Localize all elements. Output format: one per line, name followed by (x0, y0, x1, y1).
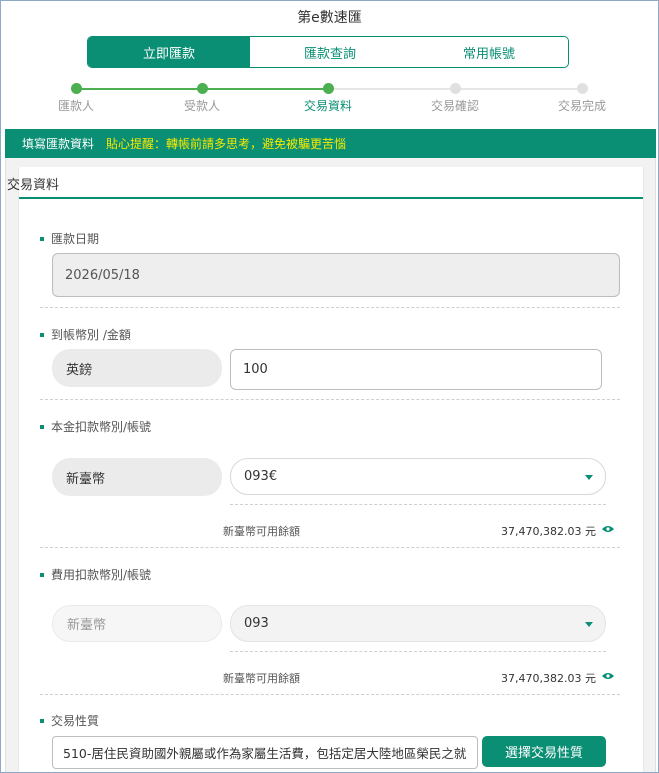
app-title: 第e數速匯 (297, 10, 362, 26)
form-banner: 填寫匯款資料 貼心提醒：轉帳前請多思考，避免被騙更苦惱 (5, 129, 656, 158)
step-dot-todo (449, 83, 461, 94)
main-tabs: 立即匯款 匯款查詢 常用帳號 (87, 36, 569, 68)
banner-tip: 貼心提醒：轉帳前請多思考，避免被騙更苦惱 (106, 137, 347, 151)
form-panel: 交易資料 匯款日期 2026/05/18 到帳幣別 /金額 英鎊 100 本金扣… (5, 158, 656, 772)
principal-debit-label-text: 本金扣款幣別/帳號 (51, 420, 152, 434)
tab-remit-query[interactable]: 匯款查詢 (250, 37, 410, 67)
eye-icon[interactable] (602, 525, 614, 533)
amount-input[interactable]: 100 (230, 349, 602, 390)
step-complete: 交易完成 (547, 83, 617, 114)
divider (40, 694, 620, 695)
divider (40, 399, 620, 400)
transaction-card: 交易資料 匯款日期 2026/05/18 到帳幣別 /金額 英鎊 100 本金扣… (7, 167, 644, 772)
chevron-down-icon (585, 621, 593, 627)
section-title: 交易資料 (7, 178, 60, 193)
divider (230, 651, 606, 652)
transaction-nature-field[interactable]: 510-居住民資助國外親屬或作為家屬生活費，包括定居大陸地區榮民之就 (52, 736, 478, 769)
step-label: 交易資料 (303, 99, 352, 113)
remit-date-label: 匯款日期 (40, 230, 99, 247)
principal-balance-value: 37,470,382.03 元 (501, 525, 596, 538)
bullet-icon (40, 424, 44, 429)
remit-date-field: 2026/05/18 (52, 253, 620, 297)
principal-account-value: 093€ (244, 469, 278, 484)
tab-remit-now[interactable]: 立即匯款 (88, 37, 250, 67)
bullet-icon (40, 572, 44, 577)
principal-balance-label: 新臺幣可用餘額 (223, 525, 300, 538)
eye-icon[interactable] (602, 672, 614, 680)
step-dot-current (322, 83, 334, 94)
app-window: 第e數速匯 立即匯款 匯款查詢 常用帳號 匯款人 受款人 交易資料 交易確認 交… (0, 0, 659, 773)
divider (230, 504, 606, 505)
fee-currency-display: 新臺幣 (52, 605, 222, 642)
fee-balance-label: 新臺幣可用餘額 (223, 672, 300, 685)
step-transaction-data: 交易資料 (293, 83, 363, 114)
step-label: 交易確認 (430, 99, 479, 113)
bullet-icon (40, 236, 44, 241)
principal-debit-label: 本金扣款幣別/帳號 (40, 418, 151, 435)
bullet-icon (40, 332, 44, 337)
divider (40, 307, 620, 308)
tab-common-accounts[interactable]: 常用帳號 (410, 37, 568, 67)
chevron-down-icon (585, 474, 593, 480)
fee-balance-value: 37,470,382.03 元 (501, 672, 596, 685)
step-dot-todo (576, 83, 588, 94)
bullet-icon (40, 718, 44, 723)
step-remitter: 匯款人 (41, 83, 111, 114)
step-label: 交易完成 (557, 99, 606, 113)
transaction-nature-label-text: 交易性質 (51, 714, 100, 728)
select-transaction-nature-button[interactable]: 選擇交易性質 (482, 736, 606, 767)
fee-debit-label-text: 費用扣款幣別/帳號 (51, 568, 152, 582)
step-payee: 受款人 (167, 83, 237, 114)
section-header: 交易資料 (7, 167, 643, 199)
step-dot-done (196, 83, 208, 94)
transaction-nature-label: 交易性質 (40, 712, 99, 729)
principal-currency-display: 新臺幣 (52, 458, 222, 496)
step-label: 匯款人 (57, 99, 94, 113)
currency-selector[interactable]: 英鎊 (52, 349, 222, 387)
banner-title: 填寫匯款資料 (22, 137, 95, 151)
fee-debit-label: 費用扣款幣別/帳號 (40, 566, 151, 583)
principal-account-select[interactable]: 093€ (230, 458, 606, 495)
fee-account-value: 093 (244, 616, 269, 631)
step-dot-done (70, 83, 82, 94)
progress-steps: 匯款人 受款人 交易資料 交易確認 交易完成 (1, 83, 658, 117)
step-label: 受款人 (183, 99, 220, 113)
remit-date-label-text: 匯款日期 (51, 232, 100, 246)
step-confirm: 交易確認 (420, 83, 490, 114)
currency-amount-label: 到帳幣別 /金額 (40, 326, 131, 343)
fee-account-select[interactable]: 093 (230, 605, 606, 642)
currency-amount-label-text: 到帳幣別 /金額 (51, 328, 131, 342)
divider (40, 547, 620, 548)
